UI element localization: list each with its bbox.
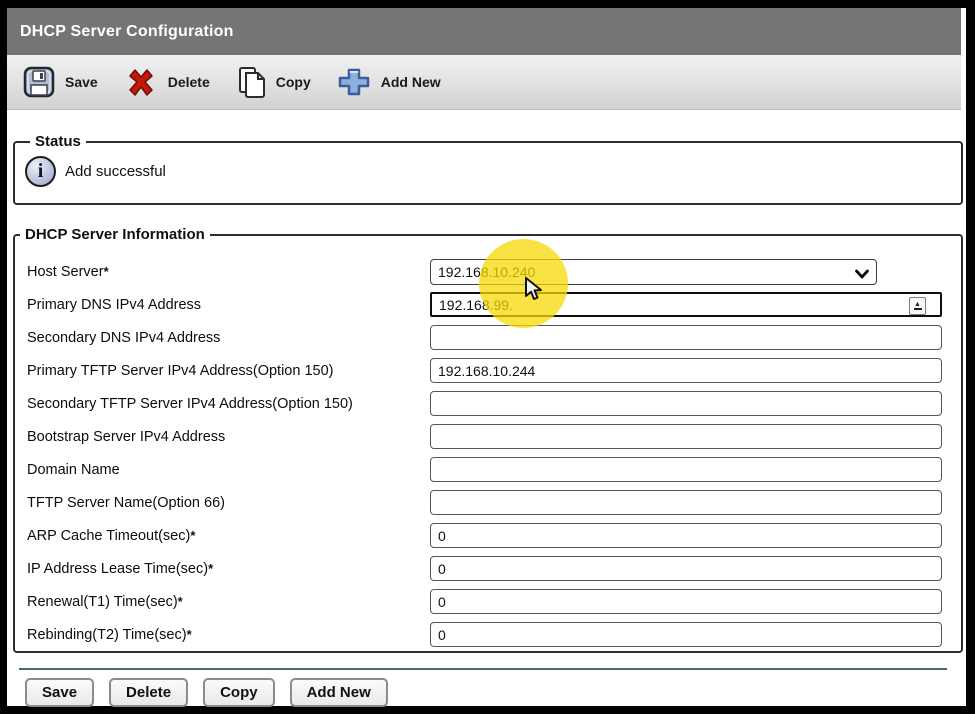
add-new-toolbar-label: Add New [381, 74, 441, 90]
footer-divider [19, 668, 947, 670]
field-input[interactable] [430, 523, 942, 548]
save-icon [23, 66, 55, 98]
field-input[interactable] [430, 292, 942, 317]
field-input-wrap [430, 424, 942, 449]
form-fields: Host Server* 192.168.10.240 Primary DNS … [15, 255, 961, 651]
form-row: Domain Name [15, 453, 961, 486]
form-row: TFTP Server Name(Option 66) [15, 486, 961, 519]
required-marker: * [190, 528, 195, 543]
form-row: Secondary TFTP Server IPv4 Address(Optio… [15, 387, 961, 420]
field-label-text: Host Server [27, 264, 104, 280]
field-label-text: Secondary TFTP Server IPv4 Address(Optio… [27, 396, 353, 412]
field-input-wrap [430, 457, 942, 482]
field-input-wrap [430, 490, 942, 515]
required-marker: * [178, 594, 183, 609]
copy-icon [236, 65, 266, 99]
add-new-toolbar-button[interactable]: Add New [337, 66, 441, 98]
copy-toolbar-button[interactable]: Copy [236, 65, 311, 99]
page-title: DHCP Server Configuration [20, 23, 234, 41]
field-input[interactable] [430, 622, 942, 647]
field-label-text: Primary DNS IPv4 Address [27, 297, 201, 313]
form-row: Renewal(T1) Time(sec)* [15, 585, 961, 618]
form-row: Rebinding(T2) Time(sec)* [15, 618, 961, 651]
toolbar: Save Delete Copy [7, 55, 961, 110]
field-label-text: Domain Name [27, 462, 120, 478]
info-icon: i [25, 156, 56, 187]
delete-icon [124, 66, 158, 98]
field-input-wrap [430, 556, 942, 581]
footer-button-bar: Save Delete Copy Add New [25, 678, 966, 707]
status-legend: Status [30, 133, 86, 150]
form-row: Secondary DNS IPv4 Address [15, 321, 961, 354]
field-input[interactable] [430, 391, 942, 416]
form-row: Primary DNS IPv4 Address ▲ [15, 288, 961, 321]
field-label-text: ARP Cache Timeout(sec) [27, 528, 190, 544]
field-input-wrap: ▲ [430, 292, 942, 317]
save-toolbar-label: Save [65, 74, 98, 90]
field-input-wrap [430, 622, 942, 647]
field-label-text: IP Address Lease Time(sec) [27, 561, 208, 577]
delete-button[interactable]: Delete [109, 678, 188, 707]
form-row: ARP Cache Timeout(sec)* [15, 519, 961, 552]
form-row: Host Server* 192.168.10.240 [15, 255, 961, 288]
dhcp-server-information-section: DHCP Server Information Host Server* 192… [13, 226, 963, 653]
field-label-text: Renewal(T1) Time(sec) [27, 594, 178, 610]
field-label-text: TFTP Server Name(Option 66) [27, 495, 225, 511]
field-input[interactable] [430, 424, 942, 449]
delete-toolbar-button[interactable]: Delete [124, 66, 210, 98]
field-label-text: Bootstrap Server IPv4 Address [27, 429, 225, 445]
required-marker: * [187, 627, 192, 642]
form-row: IP Address Lease Time(sec)* [15, 552, 961, 585]
status-message: Add successful [65, 163, 166, 180]
status-section: Status i Add successful [13, 133, 963, 205]
dhcp-info-legend: DHCP Server Information [20, 226, 210, 243]
title-bar: DHCP Server Configuration [7, 8, 961, 55]
required-marker: * [104, 264, 109, 279]
field-input-wrap [430, 589, 942, 614]
copy-button[interactable]: Copy [203, 678, 275, 707]
field-input[interactable] [430, 556, 942, 581]
field-input[interactable] [430, 325, 942, 350]
field-input[interactable] [430, 490, 942, 515]
field-input[interactable] [430, 589, 942, 614]
copy-toolbar-label: Copy [276, 74, 311, 90]
host-server-select[interactable]: 192.168.10.240 [430, 259, 877, 285]
delete-toolbar-label: Delete [168, 74, 210, 90]
form-row: Primary TFTP Server IPv4 Address(Option … [15, 354, 961, 387]
save-button[interactable]: Save [25, 678, 94, 707]
field-input[interactable] [430, 358, 942, 383]
save-toolbar-button[interactable]: Save [23, 66, 98, 98]
app-window: DHCP Server Configuration Save [7, 8, 966, 706]
field-label-text: Rebinding(T2) Time(sec) [27, 627, 187, 643]
autofill-icon[interactable]: ▲ [909, 297, 926, 315]
field-input-wrap [430, 358, 942, 383]
field-input-wrap [430, 391, 942, 416]
field-input[interactable] [430, 457, 942, 482]
field-label-text: Primary TFTP Server IPv4 Address(Option … [27, 363, 334, 379]
required-marker: * [208, 561, 213, 576]
form-row: Bootstrap Server IPv4 Address [15, 420, 961, 453]
field-input-wrap [430, 325, 942, 350]
field-input-wrap [430, 523, 942, 548]
host-server-select-wrap: 192.168.10.240 [430, 259, 877, 285]
add-new-icon [337, 66, 371, 98]
field-label-text: Secondary DNS IPv4 Address [27, 330, 220, 346]
add-new-button[interactable]: Add New [290, 678, 388, 707]
